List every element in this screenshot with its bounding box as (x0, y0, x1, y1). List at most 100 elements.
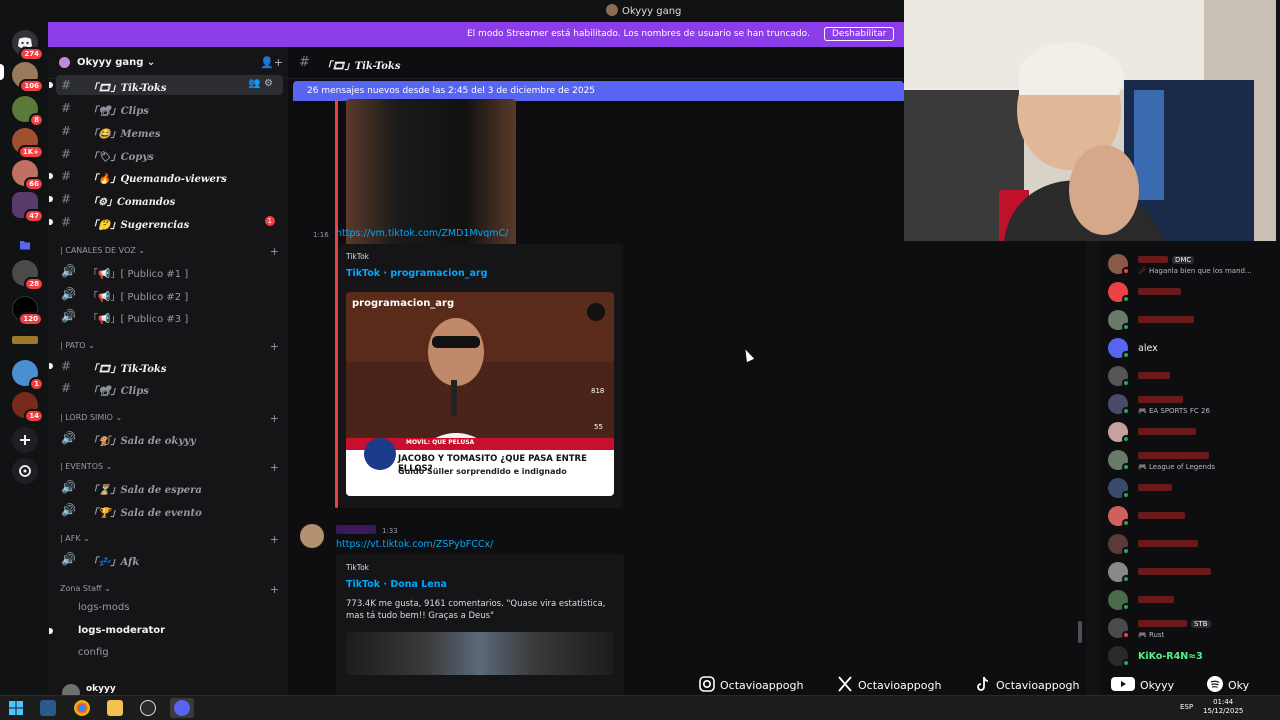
channel-tiktoks[interactable]: # 「🎞」Tik-Toks 👥 ⚙ (49, 75, 283, 95)
channel-settings-icon[interactable]: 👥 ⚙ (248, 78, 273, 89)
member-row[interactable]: KiKo-R4N≈3 (1108, 644, 1272, 668)
spotify-handle: Oky (1228, 679, 1250, 692)
member-name-text: alex (1138, 343, 1158, 354)
category-pato[interactable]: | PATO ⌄ + (60, 340, 283, 355)
embed-title[interactable]: TikTok · programacion_arg (346, 268, 487, 279)
hidden-name (1138, 620, 1187, 627)
voice-publico-2[interactable]: 🔊 「📢」[ Publico #2 ] (56, 284, 283, 304)
add-channel-icon[interactable]: + (270, 461, 279, 474)
member-row[interactable] (1108, 532, 1272, 556)
server-7[interactable] (12, 336, 38, 344)
member-name (1138, 427, 1196, 438)
user-panel[interactable]: okyyy (48, 680, 288, 702)
discover-button[interactable] (12, 458, 38, 484)
member-row[interactable] (1108, 476, 1272, 500)
add-channel-icon[interactable]: + (270, 533, 279, 546)
server-2[interactable]: 8 (12, 96, 44, 127)
server-okyyy[interactable]: 106 (12, 62, 44, 93)
disable-streamer-button[interactable]: Deshabilitar (824, 27, 895, 41)
channel-copys[interactable]: # 「🏷」Copys (56, 144, 283, 164)
channel-logs-mods[interactable]: logs-mods (56, 598, 283, 618)
server-6[interactable]: 120 (12, 296, 43, 326)
language-indicator[interactable]: ESP (1180, 703, 1193, 712)
channel-clips[interactable]: # 「📽」Clips (56, 98, 283, 118)
channel-label: 「🏷」Copys (88, 152, 154, 163)
folder-icon[interactable] (12, 232, 38, 258)
category-canales-de-voz[interactable]: | CANALES DE VOZ ⌄ + (60, 245, 283, 260)
member-row[interactable] (1108, 504, 1272, 528)
channel-sugerencias[interactable]: # 「🤔」Sugerencias 1 (49, 212, 283, 232)
selected-server-pill (0, 64, 4, 80)
channel-comandos[interactable]: # 「⚙」Comandos (49, 189, 283, 209)
add-channel-icon[interactable]: + (270, 412, 279, 425)
plus-icon (20, 435, 30, 445)
server-badge: 8 (29, 113, 44, 127)
hidden-name (1138, 596, 1174, 603)
member-name (1138, 287, 1181, 298)
embed-title[interactable]: TikTok · Dona Lena (346, 579, 447, 590)
author-avatar[interactable] (300, 524, 324, 548)
server-folder[interactable]: 47 (12, 192, 44, 223)
server-9[interactable]: 14 (12, 392, 44, 423)
member-name (1138, 483, 1172, 494)
add-channel-icon[interactable]: + (270, 340, 279, 353)
message-link[interactable]: https://vt.tiktok.com/ZSPybFCCx/ (336, 539, 493, 550)
member-row[interactable] (1108, 588, 1272, 612)
category-zona-staff[interactable]: Zona Staff ⌄ + (60, 583, 283, 598)
app-icon[interactable] (40, 700, 56, 716)
member-row[interactable]: 🎮 EA SPORTS FC 26 (1108, 392, 1272, 416)
channel-pato-clips[interactable]: # 「📽」Clips (56, 378, 283, 398)
clock[interactable]: 01:44 15/12/2025 (1203, 698, 1243, 716)
embed-image[interactable] (346, 632, 614, 675)
voice-publico-1[interactable]: 🔊 「📢」[ Publico #1 ] (56, 261, 283, 281)
channel-label: logs-moderator (78, 625, 166, 636)
channel-label: 「🎞」Tik-Toks (88, 83, 167, 94)
member-row[interactable] (1108, 308, 1272, 332)
member-row[interactable]: DMC 🥢 Haganla bien que los mand... (1108, 252, 1272, 276)
category-lord-simio[interactable]: | LORD SIMIO ⌄ + (60, 412, 283, 427)
category-eventos[interactable]: | EVENTOS ⌄ + (60, 461, 283, 476)
voice-sala-espera[interactable]: 🔊 「⏳」Sala de espera (56, 477, 283, 497)
member-row[interactable]: STB 🎮 Rust (1108, 616, 1272, 640)
add-member-icon[interactable]: 👤+ (260, 56, 283, 69)
channel-quemando-viewers[interactable]: # 「🔥」Quemando-viewers (49, 166, 283, 186)
voice-sala-evento[interactable]: 🔊 「🏆」Sala de evento (56, 500, 283, 520)
member-row[interactable] (1108, 420, 1272, 444)
discord-taskbar-button[interactable] (170, 698, 194, 718)
category-afk[interactable]: | AFK ⌄ + (60, 533, 283, 548)
member-row[interactable] (1108, 364, 1272, 388)
channel-config[interactable]: config (56, 643, 283, 663)
member-row[interactable]: alex (1108, 336, 1272, 360)
author-name-hidden[interactable] (336, 525, 376, 534)
category-label: | LORD SIMIO (60, 413, 113, 422)
server-8[interactable]: 1 (12, 360, 44, 391)
server-4[interactable]: 66 (12, 160, 44, 191)
new-messages-bar[interactable]: 26 mensajes nuevos desde las 2:45 del 3 … (293, 81, 904, 101)
add-channel-icon[interactable]: + (270, 245, 279, 258)
voice-sala-okyyy[interactable]: 🔊 「🐒」Sala de okyyy (56, 428, 283, 448)
direct-messages-button[interactable]: 274 (12, 30, 44, 61)
file-explorer-icon[interactable] (107, 700, 123, 716)
channel-memes[interactable]: # 「😂」Memes (56, 121, 283, 141)
tiktok-video-thumbnail[interactable]: programacion_arg MOVIL: QUE PELUSA JACOB… (346, 292, 614, 496)
message-link[interactable]: https://vm.tiktok.com/ZMD1MvqmC/ (336, 228, 508, 239)
category-label: | CANALES DE VOZ (60, 246, 136, 255)
add-channel-icon[interactable]: + (270, 583, 279, 596)
mention-badge: 1 (264, 216, 275, 226)
voice-afk[interactable]: 🔊 「💤」Afk (56, 549, 283, 569)
windows-start-icon[interactable] (8, 700, 24, 716)
member-row[interactable]: 🎮 League of Legends (1108, 448, 1272, 472)
member-row[interactable] (1108, 280, 1272, 304)
server-5[interactable]: 28 (12, 260, 44, 291)
obs-icon[interactable] (140, 700, 156, 716)
server-3[interactable]: 1K+ (12, 128, 44, 159)
voice-publico-3[interactable]: 🔊 「📢」[ Publico #3 ] (56, 306, 283, 326)
channel-pato-tiktoks[interactable]: # 「🎞」Tik-Toks (49, 356, 283, 376)
channel-label: 「📽」Clips (88, 386, 149, 397)
channel-logs-moderator[interactable]: logs-moderator (49, 621, 283, 641)
new-messages-text: 26 mensajes nuevos desde las 2:45 del 3 … (307, 86, 596, 96)
chrome-icon[interactable] (74, 700, 90, 716)
chat-scrollbar[interactable] (1078, 621, 1082, 643)
add-server-button[interactable] (12, 427, 38, 453)
member-row[interactable] (1108, 560, 1272, 584)
